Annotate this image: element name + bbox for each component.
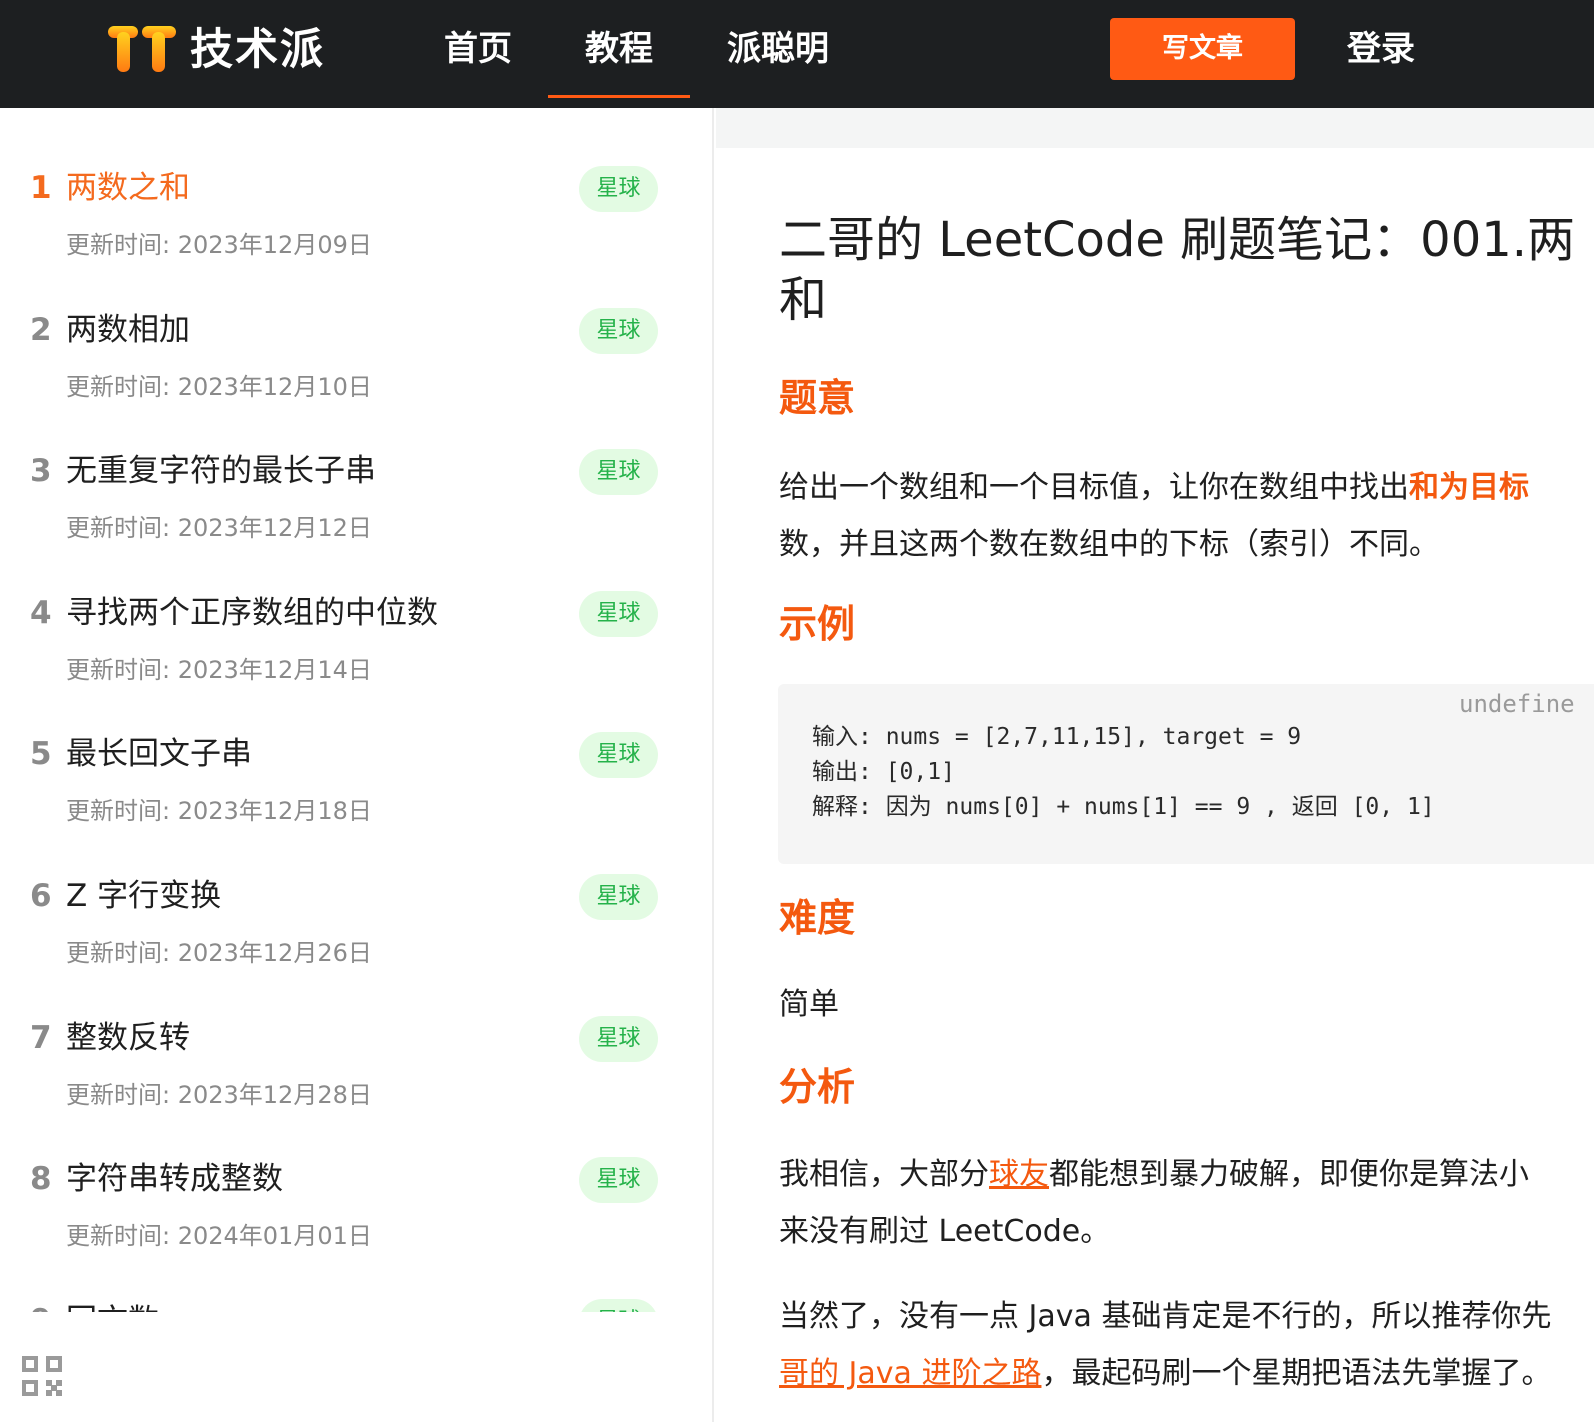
difficulty-text: 简单 — [779, 987, 839, 1022]
planet-badge: 星球 — [579, 732, 658, 779]
item-title[interactable]: 无重复字符的最长子串 — [66, 451, 376, 491]
item-number: 8 — [30, 1161, 52, 1198]
item-update-time: 更新时间: 2023年12月14日 — [66, 655, 372, 684]
site-logo[interactable]: 技术派 — [108, 26, 325, 74]
item-number: 3 — [30, 453, 52, 490]
tutorial-item-reverse-integer[interactable]: 7 整数反转 星球 更新时间: 2023年12月28日 — [0, 986, 712, 1128]
item-title[interactable]: 寻找两个正序数组的中位数 — [66, 593, 438, 633]
tutorial-item-longest-substring[interactable]: 3 无重复字符的最长子串 星球 更新时间: 2023年12月12日 — [0, 419, 712, 561]
active-nav-indicator — [548, 95, 690, 98]
item-number: 4 — [30, 594, 52, 631]
tutorial-item-palindrome-number[interactable]: 9 回文数 星球 — [0, 1269, 712, 1312]
highlight-text: 和为目标 — [1409, 470, 1529, 505]
nav-home[interactable]: 首页 — [440, 0, 516, 98]
planet-badge: 星球 — [579, 1157, 658, 1204]
tutorial-item-string-to-integer[interactable]: 8 字符串转成整数 星球 更新时间: 2024年01月01日 — [0, 1127, 712, 1269]
write-article-button[interactable]: 写文章 — [1110, 18, 1295, 80]
analysis-paragraph-line3: 当然了，没有一点 Java 基础肯定是不行的，所以推荐你先 — [779, 1299, 1552, 1334]
item-title[interactable]: Z 字行变换 — [66, 876, 221, 916]
article-content: 二哥的 LeetCode 刷题笔记：001.两 和 题意 给出一个数组和一个目标… — [716, 148, 1594, 1422]
code-line: 解释: 因为 nums[0] + nums[1] == 9 , 返回 [0, 1… — [812, 794, 1435, 820]
item-title[interactable]: 整数反转 — [66, 1018, 190, 1058]
item-update-time: 更新时间: 2023年12月26日 — [66, 938, 372, 967]
section-heading-example: 示例 — [779, 602, 856, 646]
item-title[interactable]: 两数之和 — [66, 168, 190, 208]
analysis-paragraph-line2: 来没有刷过 LeetCode。 — [779, 1214, 1111, 1249]
item-update-time: 更新时间: 2023年12月10日 — [66, 372, 372, 401]
meaning-paragraph-line2: 数，并且这两个数在数组中的下标（索引）不同。 — [779, 527, 1439, 562]
tutorial-item-zigzag-conversion[interactable]: 6 Z 字行变换 星球 更新时间: 2023年12月26日 — [0, 844, 712, 986]
analysis-paragraph-line1: 我相信，大部分球友都能想到暴力破解，即便你是算法小 — [779, 1146, 1594, 1203]
content-top-strip — [716, 108, 1594, 148]
item-update-time: 更新时间: 2023年12月12日 — [66, 514, 372, 543]
tutorial-sidebar: 1 两数之和 星球 更新时间: 2023年12月09日 2 两数相加 星球 更新… — [0, 108, 714, 1422]
text-segment: 给出一个数组和一个目标值，让你在数组中找出 — [779, 470, 1409, 505]
tutorial-item-two-sum[interactable]: 1 两数之和 星球 更新时间: 2023年12月09日 — [0, 136, 712, 278]
article-title-line2: 和 — [779, 272, 828, 328]
planet-badge: 星球 — [579, 1298, 658, 1312]
qrcode-icon[interactable] — [22, 1356, 62, 1396]
item-update-time: 更新时间: 2023年12月09日 — [66, 231, 372, 259]
item-update-time: 更新时间: 2023年12月18日 — [66, 797, 372, 826]
planet-badge: 星球 — [579, 449, 658, 496]
item-title[interactable]: 最长回文子串 — [66, 734, 252, 774]
meaning-paragraph-line1: 给出一个数组和一个目标值，让你在数组中找出和为目标 — [779, 459, 1594, 516]
item-title[interactable]: 两数相加 — [66, 310, 190, 350]
section-heading-meaning: 题意 — [779, 376, 856, 420]
text-segment: 我相信，大部分 — [779, 1157, 989, 1192]
tutorial-list[interactable]: 1 两数之和 星球 更新时间: 2023年12月09日 2 两数相加 星球 更新… — [0, 136, 712, 1312]
logo-mark-icon — [108, 26, 176, 72]
tutorial-item-median-sorted-arrays[interactable]: 4 寻找两个正序数组的中位数 星球 更新时间: 2023年12月14日 — [0, 561, 712, 703]
planet-badge: 星球 — [579, 873, 658, 920]
planet-badge: 星球 — [579, 590, 658, 637]
java-advanced-path-link[interactable]: 哥的 Java 进阶之路 — [779, 1356, 1041, 1391]
code-language-label: undefine — [1459, 690, 1575, 718]
code-line: 输入: nums = [2,7,11,15], target = 9 — [812, 724, 1302, 750]
text-segment: 都能想到暴力破解，即便你是算法小 — [1049, 1157, 1529, 1192]
analysis-paragraph-line4: 哥的 Java 进阶之路，最起码刷一个星期把语法先掌握了。 — [779, 1345, 1594, 1402]
article-title: 二哥的 LeetCode 刷题笔记：001.两 和 — [779, 210, 1594, 330]
code-line: 输出: [0,1] — [812, 759, 955, 785]
item-number: 7 — [30, 1019, 52, 1056]
login-link[interactable]: 登录 — [1336, 0, 1426, 98]
section-heading-difficulty: 难度 — [779, 896, 856, 940]
item-update-time: 更新时间: 2024年01月01日 — [66, 1222, 372, 1251]
planet-badge: 星球 — [579, 1015, 658, 1062]
article-title-line1: 二哥的 LeetCode 刷题笔记：001.两 — [779, 212, 1576, 268]
item-number: 2 — [30, 311, 52, 348]
nav-tutorial[interactable]: 教程 — [548, 0, 690, 98]
planet-friend-link[interactable]: 球友 — [989, 1157, 1049, 1192]
item-number: 9 — [30, 1301, 52, 1312]
code-block: undefine 输入: nums = [2,7,11,15], target … — [778, 684, 1594, 864]
item-title[interactable]: 回文数 — [66, 1301, 159, 1312]
planet-badge: 星球 — [579, 166, 658, 212]
nav-paicongming[interactable]: 派聪明 — [722, 0, 834, 98]
tutorial-item-longest-palindrome[interactable]: 5 最长回文子串 星球 更新时间: 2023年12月18日 — [0, 702, 712, 844]
item-number: 1 — [30, 170, 52, 206]
text-segment: ，最起码刷一个星期把语法先掌握了。 — [1041, 1356, 1552, 1391]
item-title[interactable]: 字符串转成整数 — [66, 1159, 283, 1199]
item-update-time: 更新时间: 2023年12月28日 — [66, 1080, 372, 1109]
top-navigation-bar: 技术派 首页 教程 派聪明 写文章 登录 — [0, 0, 1594, 108]
section-heading-analysis: 分析 — [779, 1065, 856, 1109]
item-number: 5 — [30, 736, 52, 773]
planet-badge: 星球 — [579, 307, 658, 354]
site-name: 技术派 — [190, 25, 325, 75]
tutorial-item-add-two-numbers[interactable]: 2 两数相加 星球 更新时间: 2023年12月10日 — [0, 278, 712, 420]
item-number: 6 — [30, 877, 52, 914]
